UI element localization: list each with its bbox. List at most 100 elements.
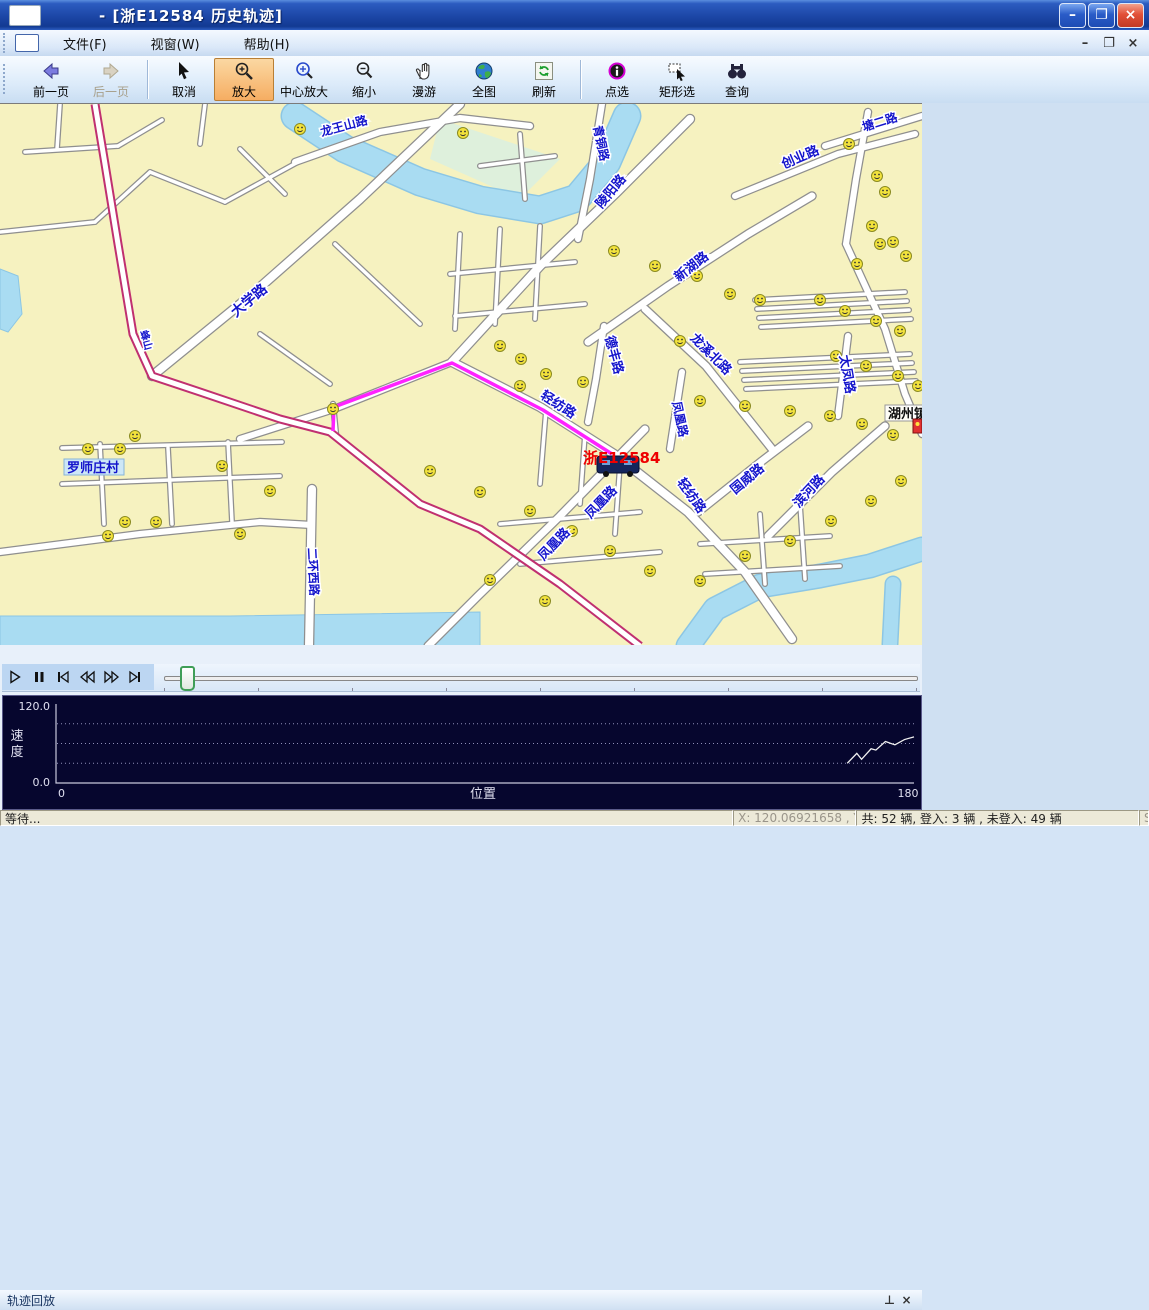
smiley-marker[interactable] bbox=[840, 306, 851, 317]
smiley-marker[interactable] bbox=[740, 401, 751, 412]
y-axis-title: 度 bbox=[10, 744, 23, 760]
smiley-marker[interactable] bbox=[861, 361, 872, 372]
smiley-marker[interactable] bbox=[740, 551, 751, 562]
smiley-marker[interactable] bbox=[901, 251, 912, 262]
smiley-marker[interactable] bbox=[645, 566, 656, 577]
smiley-marker[interactable] bbox=[725, 289, 736, 300]
smiley-marker[interactable] bbox=[872, 171, 883, 182]
toolbar-button-zoom-center[interactable]: 中心放大 bbox=[274, 58, 334, 101]
smiley-marker[interactable] bbox=[609, 246, 620, 257]
smiley-marker[interactable] bbox=[913, 381, 923, 392]
play-button[interactable] bbox=[3, 666, 26, 688]
smiley-marker[interactable] bbox=[541, 369, 552, 380]
close-icon[interactable]: × bbox=[899, 1293, 914, 1307]
rewind-button[interactable] bbox=[75, 666, 98, 688]
smiley-marker[interactable] bbox=[896, 476, 907, 487]
street-map[interactable]: 龙王山路青铜路陵阳路创业路塘二路新湖路大学路蜂山德丰路龙溪北路轻纺路太凤路凤凰路… bbox=[0, 104, 922, 646]
toolbar-button-arrow-right[interactable]: 后一页 bbox=[81, 58, 141, 101]
minimize-button[interactable]: – bbox=[1059, 3, 1086, 28]
mdi-window-controls: –❐ × bbox=[1077, 36, 1141, 51]
smiley-marker[interactable] bbox=[815, 295, 826, 306]
smiley-marker[interactable] bbox=[103, 531, 114, 542]
smiley-marker[interactable] bbox=[857, 419, 868, 430]
mdi-minimize-icon[interactable]: – bbox=[1077, 36, 1093, 51]
smiley-marker[interactable] bbox=[495, 341, 506, 352]
toolbar-button-cursor[interactable]: 取消 bbox=[154, 58, 214, 101]
arrow-right-icon bbox=[100, 60, 122, 82]
toolbar-button-hand[interactable]: 漫游 bbox=[394, 58, 454, 101]
mdi-close-icon[interactable]: × bbox=[1125, 36, 1141, 51]
smiley-marker[interactable] bbox=[888, 237, 899, 248]
menu-item-0[interactable]: 文件(F) bbox=[49, 31, 121, 56]
toolbar-button-label: 放大 bbox=[232, 83, 256, 100]
smiley-marker[interactable] bbox=[825, 411, 836, 422]
restore-button[interactable]: ❐ bbox=[1088, 3, 1115, 28]
smiley-marker[interactable] bbox=[675, 336, 686, 347]
map-viewport[interactable]: 龙王山路青铜路陵阳路创业路塘二路新湖路大学路蜂山德丰路龙溪北路轻纺路太凤路凤凰路… bbox=[0, 103, 922, 646]
smiley-marker[interactable] bbox=[525, 506, 536, 517]
toolbar-button-label: 点选 bbox=[605, 83, 629, 100]
forward-button[interactable] bbox=[99, 666, 122, 688]
smiley-marker[interactable] bbox=[852, 259, 863, 270]
smiley-marker[interactable] bbox=[458, 128, 469, 139]
smiley-marker[interactable] bbox=[895, 326, 906, 337]
smiley-marker[interactable] bbox=[425, 466, 436, 477]
toolbar-button-arrow-left[interactable]: 前一页 bbox=[21, 58, 81, 101]
smiley-marker[interactable] bbox=[867, 221, 878, 232]
title-bar[interactable]: - [浙E12584 历史轨迹] – ❐ × bbox=[0, 0, 1149, 30]
playback-controls bbox=[2, 664, 920, 692]
pause-button[interactable] bbox=[27, 666, 50, 688]
toolbar-button-info-select[interactable]: 点选 bbox=[587, 58, 647, 101]
smiley-marker[interactable] bbox=[235, 529, 246, 540]
step-end-button[interactable] bbox=[123, 666, 146, 688]
smiley-marker[interactable] bbox=[785, 406, 796, 417]
smiley-marker[interactable] bbox=[265, 486, 276, 497]
toolbar-button-zoom-in[interactable]: 放大 bbox=[214, 58, 274, 101]
toolbar-button-refresh[interactable]: 刷新 bbox=[514, 58, 574, 101]
smiley-marker[interactable] bbox=[151, 517, 162, 528]
smiley-marker[interactable] bbox=[826, 516, 837, 527]
smiley-marker[interactable] bbox=[695, 396, 706, 407]
tracked-vehicle-marker[interactable]: 浙E12584 bbox=[583, 449, 660, 477]
smiley-marker[interactable] bbox=[485, 575, 496, 586]
menu-grip[interactable] bbox=[3, 33, 9, 54]
smiley-marker[interactable] bbox=[295, 124, 306, 135]
toolbar-button-rect-select[interactable]: 矩形选 bbox=[647, 58, 707, 101]
smiley-marker[interactable] bbox=[866, 496, 877, 507]
smiley-marker[interactable] bbox=[871, 316, 882, 327]
smiley-marker[interactable] bbox=[515, 381, 526, 392]
smiley-marker[interactable] bbox=[785, 536, 796, 547]
smiley-marker[interactable] bbox=[578, 377, 589, 388]
smiley-marker[interactable] bbox=[120, 517, 131, 528]
smiley-marker[interactable] bbox=[755, 295, 766, 306]
smiley-marker[interactable] bbox=[650, 261, 661, 272]
smiley-marker[interactable] bbox=[115, 444, 126, 455]
smiley-marker[interactable] bbox=[328, 404, 339, 415]
smiley-marker[interactable] bbox=[130, 431, 141, 442]
smiley-marker[interactable] bbox=[217, 461, 228, 472]
smiley-marker[interactable] bbox=[888, 430, 899, 441]
smiley-marker[interactable] bbox=[605, 546, 616, 557]
smiley-marker[interactable] bbox=[880, 187, 891, 198]
village-label: 罗师庄村 bbox=[64, 459, 124, 476]
menu-item-2[interactable]: 帮助(H) bbox=[230, 31, 304, 56]
close-button[interactable]: × bbox=[1117, 3, 1144, 28]
smiley-marker[interactable] bbox=[893, 371, 904, 382]
smiley-marker[interactable] bbox=[844, 139, 855, 150]
menu-item-1[interactable]: 视窗(W) bbox=[137, 31, 214, 56]
smiley-marker[interactable] bbox=[475, 487, 486, 498]
playback-slider-track[interactable] bbox=[164, 676, 918, 681]
smiley-marker[interactable] bbox=[516, 354, 527, 365]
pin-icon[interactable]: ⊥ bbox=[882, 1293, 897, 1307]
smiley-marker[interactable] bbox=[540, 596, 551, 607]
playback-slider-thumb[interactable] bbox=[180, 666, 195, 691]
smiley-marker[interactable] bbox=[695, 576, 706, 587]
smiley-marker[interactable] bbox=[83, 444, 94, 455]
step-start-button[interactable] bbox=[51, 666, 74, 688]
toolbar-button-globe[interactable]: 全图 bbox=[454, 58, 514, 101]
mdi-restore-icon[interactable]: ❐ bbox=[1101, 36, 1117, 51]
toolbar-button-binoculars[interactable]: 查询 bbox=[707, 58, 767, 101]
toolbar-button-zoom-out[interactable]: 缩小 bbox=[334, 58, 394, 101]
toolbar-grip[interactable] bbox=[3, 64, 9, 94]
smiley-marker[interactable] bbox=[875, 239, 886, 250]
